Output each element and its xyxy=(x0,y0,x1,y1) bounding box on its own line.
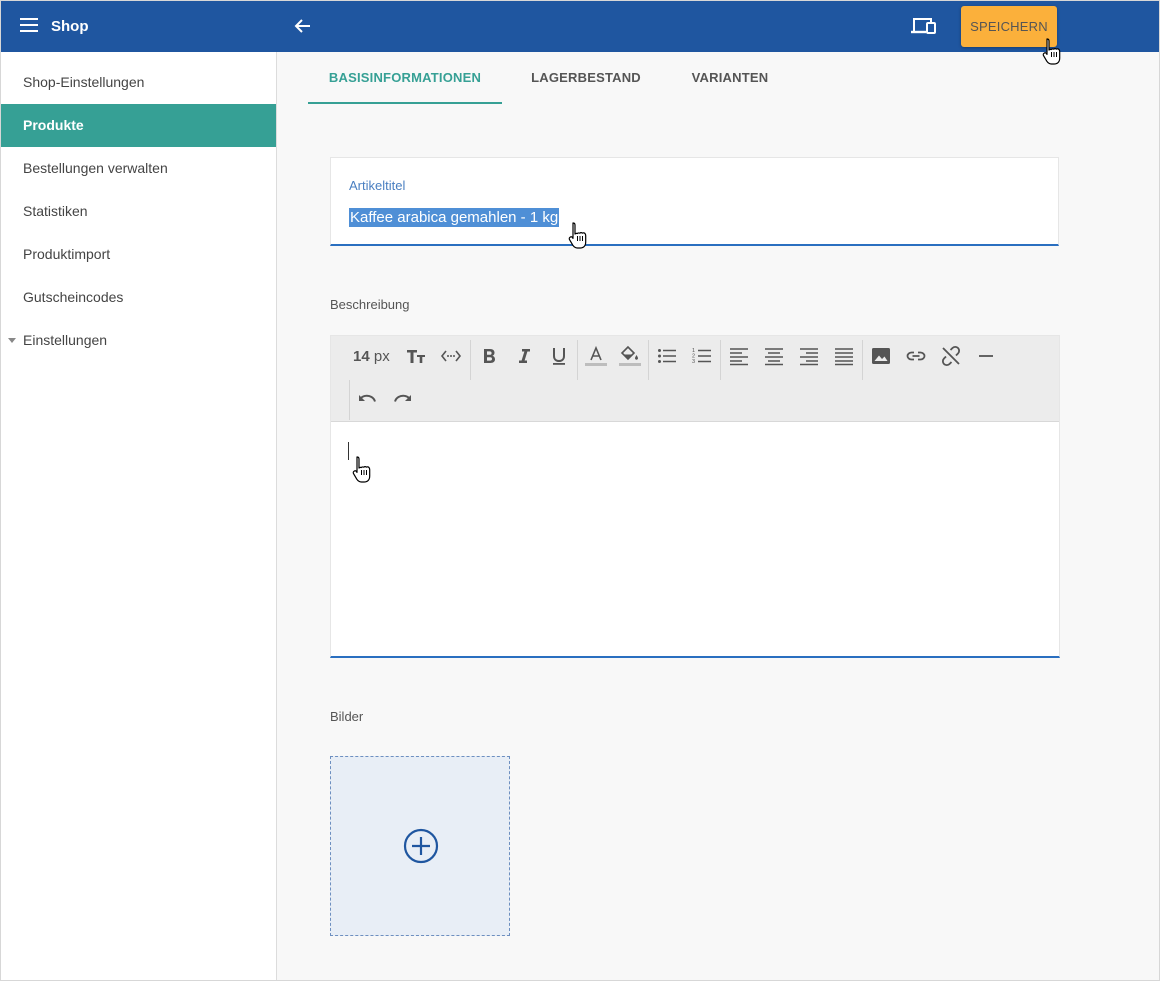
toolbar-separator xyxy=(648,340,649,380)
app-window: Shop SPEICHERN Shop-Einstellungen Produk… xyxy=(0,0,1160,981)
article-title-input[interactable]: Kaffee arabica gemahlen - 1 kg xyxy=(349,208,560,227)
devices-icon[interactable] xyxy=(910,16,938,38)
toolbar-separator xyxy=(349,380,350,420)
sidebar: Shop-Einstellungen Produkte Bestellungen… xyxy=(1,52,277,980)
arrow-left-icon[interactable] xyxy=(293,16,313,36)
insert-link-icon[interactable] xyxy=(902,342,930,370)
italic-icon[interactable] xyxy=(510,342,538,370)
underline-icon[interactable] xyxy=(545,342,573,370)
text-caret xyxy=(348,442,349,460)
numbered-list-icon[interactable]: 123 xyxy=(688,342,716,370)
bulleted-list-icon[interactable] xyxy=(653,342,681,370)
remove-link-icon[interactable] xyxy=(937,342,965,370)
sidebar-item-bestellungen[interactable]: Bestellungen verwalten xyxy=(1,147,276,190)
undo-icon[interactable] xyxy=(353,385,381,413)
images-label: Bilder xyxy=(330,709,364,724)
insert-image-icon[interactable] xyxy=(867,342,895,370)
menu-icon[interactable] xyxy=(20,18,38,32)
toolbar-separator xyxy=(577,340,578,380)
chevron-down-icon xyxy=(8,338,16,343)
article-title-label: Artikeltitel xyxy=(349,178,406,193)
add-image-dropzone[interactable] xyxy=(330,756,510,936)
font-size-select[interactable]: 14 px xyxy=(353,345,390,369)
sidebar-item-shop-einstellungen[interactable]: Shop-Einstellungen xyxy=(1,61,276,104)
app-title: Shop xyxy=(51,18,89,35)
sidebar-item-gutscheincodes[interactable]: Gutscheincodes xyxy=(1,276,276,319)
font-size-icon[interactable] xyxy=(402,342,430,370)
tab-basisinformationen[interactable]: BASISINFORMATIONEN xyxy=(308,52,502,104)
bold-icon[interactable] xyxy=(475,342,503,370)
article-title-field[interactable]: Artikeltitel Kaffee arabica gemahlen - 1… xyxy=(330,157,1059,246)
horizontal-rule-icon[interactable] xyxy=(972,342,1000,370)
description-editor: 14 px 1 2 3 xyxy=(330,335,1060,658)
top-app-bar: Shop SPEICHERN xyxy=(1,1,1159,52)
save-button[interactable]: SPEICHERN xyxy=(961,6,1057,47)
align-right-icon[interactable] xyxy=(795,342,823,370)
toolbar-separator xyxy=(720,340,721,380)
sidebar-item-produktimport[interactable]: Produktimport xyxy=(1,233,276,276)
font-size-unit: px xyxy=(373,348,390,365)
text-color-icon[interactable] xyxy=(582,342,610,370)
add-circle-icon xyxy=(403,828,439,864)
font-size-value: 14 xyxy=(353,348,370,365)
description-input[interactable] xyxy=(331,422,1059,656)
tab-varianten[interactable]: VARIANTEN xyxy=(673,52,787,104)
editor-toolbar: 14 px 1 2 3 xyxy=(331,336,1059,422)
align-justify-icon[interactable] xyxy=(830,342,858,370)
align-center-icon[interactable] xyxy=(760,342,788,370)
align-left-icon[interactable] xyxy=(725,342,753,370)
description-label: Beschreibung xyxy=(330,297,410,312)
redo-icon[interactable] xyxy=(389,385,417,413)
sidebar-item-label: Einstellungen xyxy=(23,332,108,348)
fill-color-icon[interactable] xyxy=(616,342,644,370)
sidebar-item-produkte[interactable]: Produkte xyxy=(1,104,276,147)
svg-text:3: 3 xyxy=(692,359,695,365)
sidebar-item-statistiken[interactable]: Statistiken xyxy=(1,190,276,233)
code-view-icon[interactable] xyxy=(437,342,465,370)
tab-lagerbestand[interactable]: LAGERBESTAND xyxy=(521,52,651,104)
toolbar-separator xyxy=(862,340,863,380)
toolbar-separator xyxy=(470,340,471,380)
sidebar-item-einstellungen[interactable]: Einstellungen xyxy=(1,319,276,362)
